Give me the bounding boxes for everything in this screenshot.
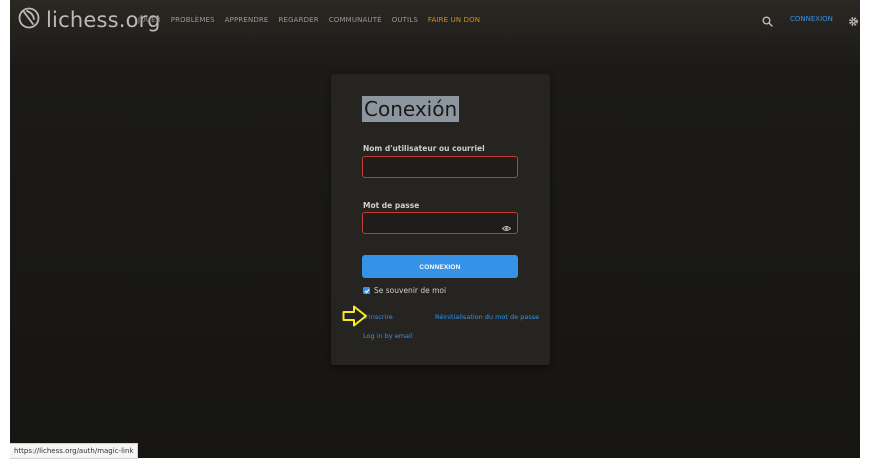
nav-item-jouer[interactable]: JOUER: [138, 16, 161, 24]
password-label: Mot de passe: [363, 201, 420, 210]
nav-item-regarder[interactable]: REGARDER: [279, 16, 319, 24]
password-field[interactable]: [362, 212, 518, 234]
nav-item-apprendre[interactable]: APPRENDRE: [225, 16, 269, 24]
gear-icon[interactable]: [848, 12, 859, 31]
search-icon[interactable]: [762, 12, 773, 31]
remember-me[interactable]: Se souvenir de moi: [363, 286, 446, 295]
browser-viewport: lichess.org JOUER PROBLÈMES APPRENDRE RE…: [10, 0, 860, 458]
check-icon: [364, 288, 369, 293]
remember-checkbox[interactable]: [363, 287, 370, 294]
nav-item-problemes[interactable]: PROBLÈMES: [171, 16, 215, 24]
knight-logo-icon: [18, 7, 40, 33]
remember-label: Se souvenir de moi: [374, 286, 447, 295]
email-login-link[interactable]: Log in by email: [363, 332, 413, 340]
username-label: Nom d'utilisateur ou courriel: [363, 144, 485, 153]
main-nav: JOUER PROBLÈMES APPRENDRE REGARDER COMMU…: [138, 16, 480, 24]
reset-password-link[interactable]: Réinitialisation du mot de passe: [435, 313, 539, 321]
browser-status-url: https://lichess.org/auth/magic-link: [10, 443, 139, 459]
nav-item-outils[interactable]: OUTILS: [392, 16, 418, 24]
username-field[interactable]: [362, 156, 518, 178]
annotation-arrow-icon: [342, 305, 368, 331]
login-title: Conexión: [362, 96, 460, 122]
site-header: lichess.org JOUER PROBLÈMES APPRENDRE RE…: [10, 0, 860, 40]
header-connexion-link[interactable]: CONNEXION: [790, 15, 833, 23]
nav-item-communaute[interactable]: COMMUNAUTÉ: [329, 16, 382, 24]
login-submit-button[interactable]: CONNEXION: [362, 255, 518, 278]
eye-icon[interactable]: [501, 218, 512, 237]
nav-item-donate[interactable]: FAIRE UN DON: [428, 16, 480, 24]
